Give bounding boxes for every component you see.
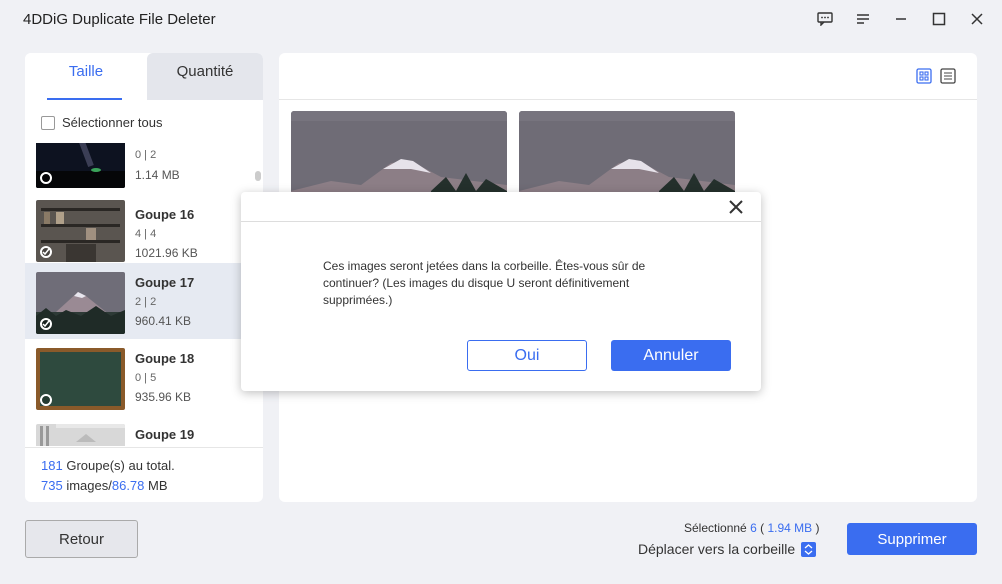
select-all-checkbox[interactable]: Sélectionner tous	[41, 115, 162, 130]
tab-quantite[interactable]: Quantité	[147, 53, 263, 100]
list-item[interactable]: Goupe 19	[25, 415, 255, 446]
duplicate-photo[interactable]	[519, 111, 735, 201]
menu-icon[interactable]	[852, 8, 874, 30]
group-size: 960.41 KB	[135, 314, 192, 328]
groups-total-count: 181	[41, 458, 63, 473]
selected-label: Sélectionné	[684, 521, 747, 535]
night-sky-icon	[36, 143, 125, 188]
group-name: Goupe 16	[135, 207, 195, 222]
group-count: 4 | 4	[135, 228, 157, 240]
selected-size: 1.94 MB	[767, 521, 813, 535]
list-item[interactable]: 0 | 2 1.14 MB	[25, 143, 255, 195]
group-size: 935.96 KB	[135, 390, 192, 404]
tab-bar: Taille Quantité	[25, 53, 263, 100]
kitchen-icon	[36, 424, 125, 446]
chalkboard-icon	[36, 348, 125, 410]
dialog-message: Ces images seront jetées dans la corbeil…	[323, 259, 646, 307]
group-name: Goupe 17	[135, 275, 195, 290]
window-controls	[814, 8, 988, 30]
dialog-header	[241, 192, 761, 222]
select-all-label: Sélectionner tous	[62, 115, 163, 130]
move-to-trash-dropdown[interactable]: Déplacer vers la corbeille	[638, 541, 817, 557]
feedback-icon[interactable]	[814, 8, 836, 30]
cancel-button[interactable]: Annuler	[611, 340, 731, 371]
checked-radio-icon[interactable]	[40, 246, 52, 258]
group-name: Goupe 18	[135, 351, 195, 366]
selected-close-paren: )	[815, 521, 820, 535]
list-item[interactable]: Goupe 17 2 | 2 960.41 KB	[25, 263, 255, 339]
group-size: 1021.96 KB	[135, 246, 198, 260]
list-item[interactable]: Goupe 18 0 | 5 935.96 KB	[25, 339, 255, 415]
images-count: 735	[41, 478, 63, 493]
close-icon[interactable]	[966, 8, 988, 30]
mountain-icon	[36, 272, 125, 334]
images-text: images/	[66, 478, 112, 493]
group-count: 0 | 5	[135, 372, 157, 384]
group-list: 0 | 2 1.14 MB Goupe 16 4 | 4 1021.96 KB	[25, 143, 263, 446]
selected-open-paren: (	[760, 521, 765, 535]
groups-panel: Taille Quantité Sélectionner tous 0 | 2 …	[25, 53, 263, 502]
title-bar: 4DDiG Duplicate File Deleter	[0, 0, 1002, 38]
images-total-line: 735 images/86.78 MB	[41, 476, 247, 496]
radio-icon[interactable]	[40, 172, 52, 184]
radio-icon[interactable]	[40, 394, 52, 406]
scrollbar[interactable]	[255, 171, 261, 181]
list-item[interactable]: Goupe 16 4 | 4 1021.96 KB	[25, 195, 255, 271]
groups-total-text: Groupe(s) au total.	[66, 458, 175, 473]
checked-radio-icon[interactable]	[40, 318, 52, 330]
tab-taille[interactable]: Taille	[25, 53, 147, 100]
confirm-dialog: Ces images seront jetées dans la corbeil…	[241, 192, 761, 391]
images-unit: MB	[148, 478, 168, 493]
delete-button[interactable]: Supprimer	[847, 523, 977, 555]
selection-summary: Sélectionné 6 ( 1.94 MB )	[684, 521, 819, 535]
bookshelf-icon	[36, 200, 125, 262]
dialog-close-icon[interactable]	[727, 198, 745, 216]
list-view-icon[interactable]	[940, 68, 956, 84]
group-name: Goupe 19	[135, 427, 195, 442]
images-size: 86.78	[111, 478, 145, 493]
groups-summary: 181 Groupe(s) au total. 735 images/86.78…	[25, 447, 263, 502]
checkbox-icon[interactable]	[41, 115, 55, 130]
group-count: 0 | 2	[135, 149, 157, 161]
preview-toolbar	[279, 53, 977, 100]
maximize-icon[interactable]	[928, 8, 950, 30]
yes-button[interactable]: Oui	[467, 340, 587, 371]
group-size: 1.14 MB	[135, 168, 180, 182]
duplicate-photo[interactable]	[291, 111, 507, 201]
back-button[interactable]: Retour	[25, 520, 138, 558]
groups-total-line: 181 Groupe(s) au total.	[41, 456, 247, 476]
minimize-icon[interactable]	[890, 8, 912, 30]
selected-count: 6	[750, 521, 757, 535]
dropdown-arrows-icon[interactable]	[801, 541, 817, 557]
app-title: 4DDiG Duplicate File Deleter	[23, 11, 216, 28]
grid-view-icon[interactable]	[916, 68, 932, 84]
move-to-trash-label: Déplacer vers la corbeille	[638, 541, 796, 557]
group-count: 2 | 2	[135, 296, 157, 308]
